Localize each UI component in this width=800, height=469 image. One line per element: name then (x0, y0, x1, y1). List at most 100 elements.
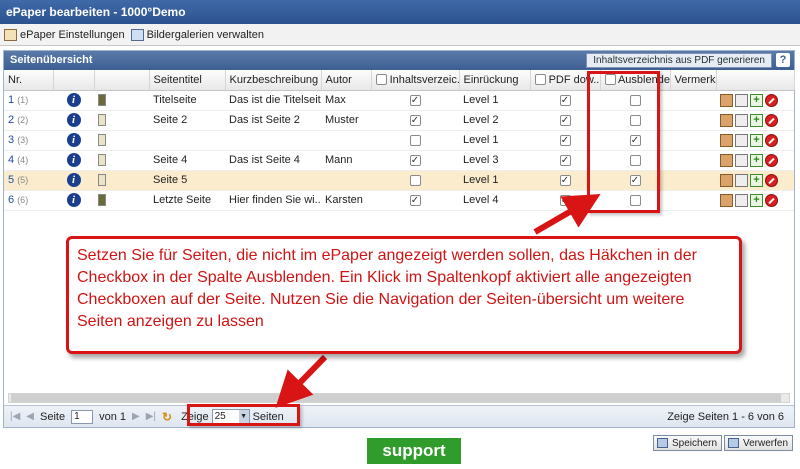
page-thumbnail[interactable] (98, 134, 106, 147)
delete-page-icon[interactable] (765, 93, 778, 107)
info-icon[interactable]: i (66, 173, 81, 187)
last-page-icon[interactable]: ▶| (146, 411, 156, 422)
page-settings-icon[interactable] (735, 173, 748, 187)
pdf-download-checkbox[interactable]: ✓ (559, 94, 571, 106)
note-cell[interactable] (670, 130, 716, 151)
pdf-download-checkbox[interactable]: ✓ (559, 134, 571, 146)
delete-page-icon[interactable] (765, 173, 778, 187)
note-cell[interactable] (670, 150, 716, 171)
indent-cell[interactable]: Level 4 (459, 190, 530, 211)
scrollbar-thumb[interactable] (11, 394, 781, 402)
indent-cell[interactable]: Level 1 (459, 90, 530, 111)
note-cell[interactable] (670, 170, 716, 191)
add-page-icon[interactable]: + (750, 113, 763, 127)
col-header-note[interactable]: Vermerk (670, 70, 717, 91)
page-settings-icon[interactable] (735, 193, 748, 207)
info-icon[interactable]: i (66, 153, 81, 167)
add-page-icon[interactable]: + (750, 193, 763, 207)
pdf-download-checkbox[interactable]: ✓ (559, 154, 571, 166)
indent-cell[interactable]: Level 3 (459, 150, 530, 171)
description-cell[interactable]: Hier finden Sie wi... (225, 190, 321, 211)
add-page-icon[interactable]: + (750, 93, 763, 107)
col-header-description[interactable]: Kurzbeschreibung (225, 70, 322, 91)
page-thumbnail[interactable] (98, 114, 106, 127)
info-icon[interactable]: i (66, 93, 81, 107)
edit-page-icon[interactable] (720, 193, 733, 207)
page-thumbnail[interactable] (98, 194, 106, 207)
toc-checkbox[interactable] (409, 174, 421, 186)
help-icon[interactable]: ? (776, 53, 790, 67)
edit-page-icon[interactable] (720, 113, 733, 127)
edit-page-icon[interactable] (720, 173, 733, 187)
title-cell[interactable]: Seite 2 (149, 110, 225, 131)
info-icon[interactable]: i (66, 133, 81, 147)
delete-page-icon[interactable] (765, 133, 778, 147)
edit-page-icon[interactable] (720, 133, 733, 147)
title-cell[interactable]: Seite 5 (149, 170, 225, 191)
page-number-input[interactable]: 1 (71, 409, 94, 424)
manage-galleries-button[interactable]: Bildergalerien verwalten (130, 27, 264, 42)
title-cell[interactable]: Letzte Seite (149, 190, 225, 211)
indent-cell[interactable]: Level 1 (459, 130, 530, 151)
col-header-indent[interactable]: Einrückung (459, 70, 531, 91)
author-cell[interactable]: Max (321, 90, 371, 111)
title-cell[interactable]: Seite 4 (149, 150, 225, 171)
author-cell[interactable] (321, 170, 371, 191)
first-page-icon[interactable]: |◀ (10, 411, 20, 422)
col-header-title[interactable]: Seitentitel (149, 70, 226, 91)
author-cell[interactable]: Mann (321, 150, 371, 171)
title-cell[interactable]: Titelseite (149, 90, 225, 111)
indent-cell[interactable]: Level 2 (459, 110, 530, 131)
page-settings-icon[interactable] (735, 113, 748, 127)
pdf-download-checkbox[interactable]: ✓ (559, 194, 571, 206)
note-cell[interactable] (670, 90, 716, 111)
info-icon[interactable]: i (66, 193, 81, 207)
description-cell[interactable]: Das ist Seite 2 (225, 110, 321, 131)
toc-checkbox[interactable] (409, 134, 421, 146)
add-page-icon[interactable]: + (750, 173, 763, 187)
epaper-settings-button[interactable]: ePaper Einstellungen (4, 27, 125, 42)
author-cell[interactable] (321, 130, 371, 151)
add-page-icon[interactable]: + (750, 153, 763, 167)
toc-select-all-checkbox[interactable] (375, 74, 387, 86)
indent-cell[interactable]: Level 1 (459, 170, 530, 191)
edit-page-icon[interactable] (720, 153, 733, 167)
author-cell[interactable]: Karsten (321, 190, 371, 211)
page-settings-icon[interactable] (735, 93, 748, 107)
note-cell[interactable] (670, 110, 716, 131)
table-row[interactable]: 3 (3) i Level 1 ✓ ✓ + (4, 130, 794, 151)
col-header-toc[interactable]: Inhaltsverzeic... (371, 70, 460, 91)
table-row[interactable]: 5 (5) i Seite 5 Level 1 ✓ ✓ + (4, 170, 794, 191)
next-page-icon[interactable]: ▶ (132, 411, 140, 422)
save-button[interactable]: Speichern (653, 435, 723, 451)
toc-checkbox[interactable]: ✓ (409, 194, 421, 206)
description-cell[interactable] (225, 130, 321, 151)
info-icon[interactable]: i (66, 113, 81, 127)
pdf-download-checkbox[interactable]: ✓ (559, 114, 571, 126)
table-row[interactable]: 6 (6) i Letzte Seite Hier finden Sie wi... K… (4, 190, 794, 211)
discard-button[interactable]: Verwerfen (724, 435, 794, 451)
add-page-icon[interactable]: + (750, 133, 763, 147)
description-cell[interactable] (225, 170, 321, 191)
support-button[interactable]: support (367, 438, 461, 464)
table-row[interactable]: 4 (4) i Seite 4 Das ist Seite 4 Mann ✓ Level 3… (4, 150, 794, 171)
horizontal-scrollbar[interactable] (8, 393, 790, 403)
description-cell[interactable]: Das ist Seite 4 (225, 150, 321, 171)
col-header-nr[interactable]: Nr. (4, 70, 54, 91)
page-thumbnail[interactable] (98, 154, 106, 167)
edit-page-icon[interactable] (720, 93, 733, 107)
page-settings-icon[interactable] (735, 153, 748, 167)
table-row[interactable]: 1 (1) i Titelseite Das ist die Titelseite Ma… (4, 90, 794, 111)
toc-checkbox[interactable]: ✓ (409, 114, 421, 126)
table-row[interactable]: 2 (2) i Seite 2 Das ist Seite 2 Muster ✓ Level… (4, 110, 794, 131)
delete-page-icon[interactable] (765, 113, 778, 127)
page-settings-icon[interactable] (735, 133, 748, 147)
pdf-select-all-checkbox[interactable] (534, 74, 546, 86)
note-cell[interactable] (670, 190, 716, 211)
delete-page-icon[interactable] (765, 153, 778, 167)
delete-page-icon[interactable] (765, 193, 778, 207)
title-cell[interactable] (149, 130, 225, 151)
toc-checkbox[interactable]: ✓ (409, 154, 421, 166)
refresh-icon[interactable]: ↻ (162, 410, 172, 424)
prev-page-icon[interactable]: ◀ (26, 411, 34, 422)
